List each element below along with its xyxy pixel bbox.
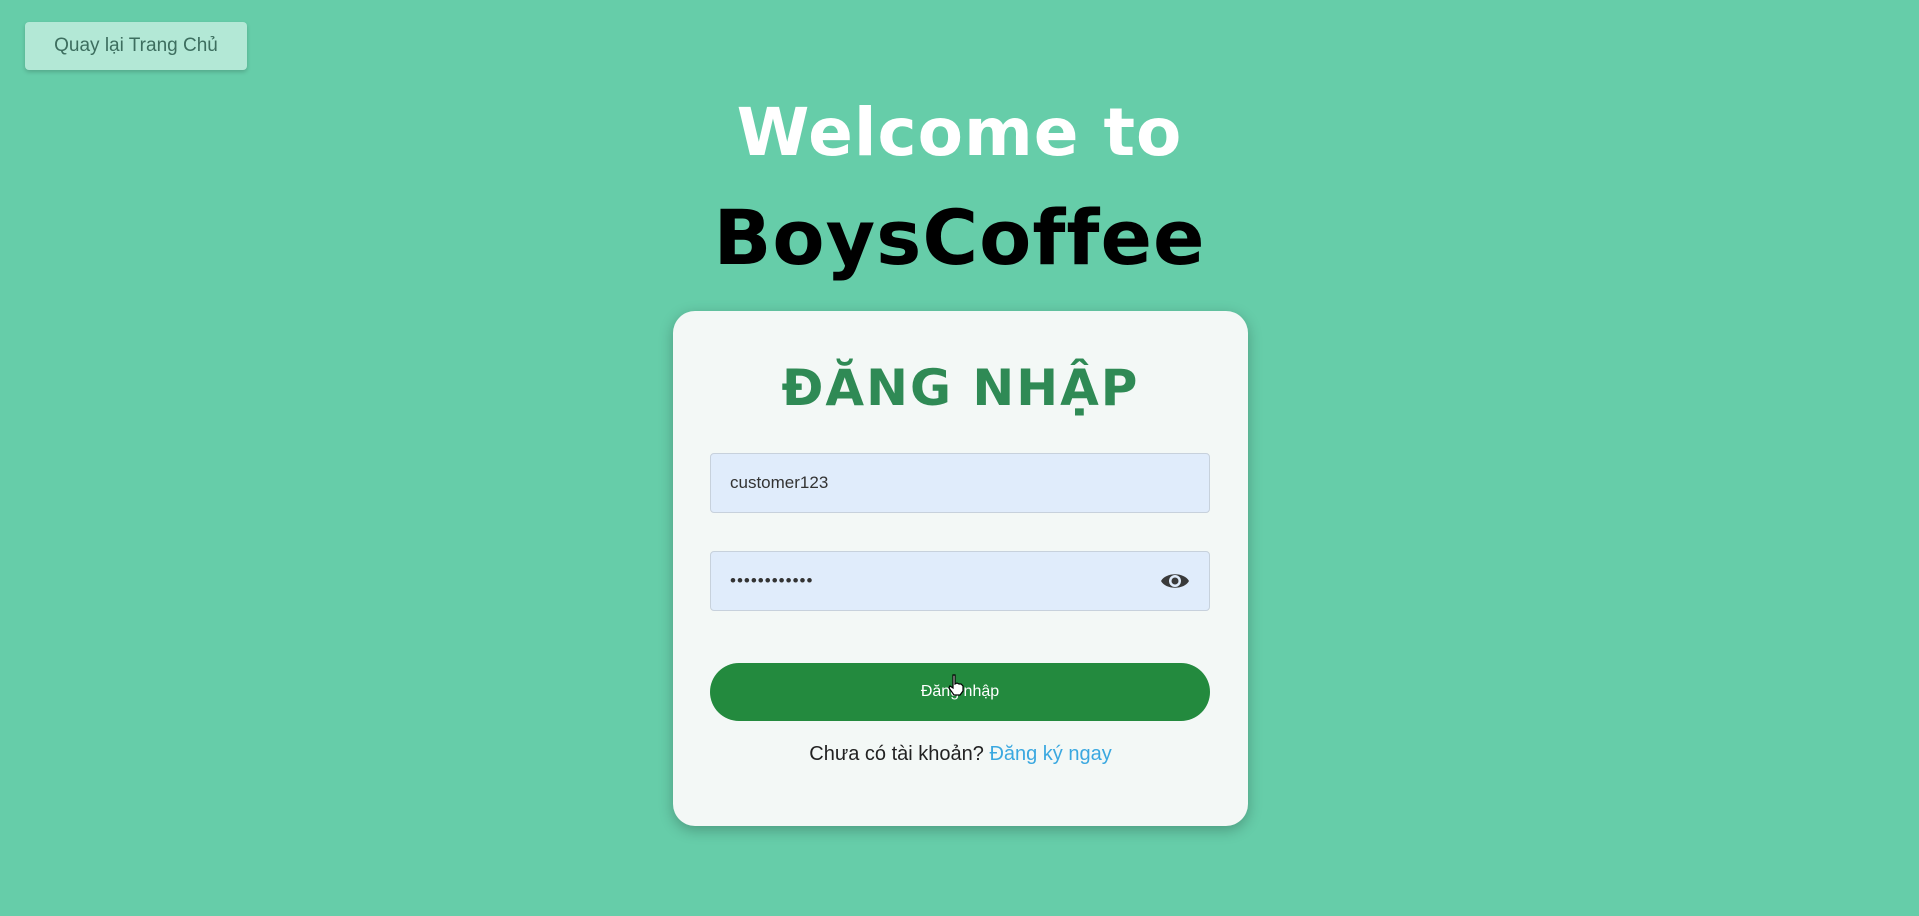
password-field[interactable]	[710, 551, 1210, 611]
hand-cursor-icon	[948, 674, 964, 696]
signup-prompt: Chưa có tài khoản?	[809, 743, 984, 765]
signup-row: Chưa có tài khoản? Đăng ký ngay	[673, 743, 1248, 766]
username-field[interactable]	[710, 453, 1210, 513]
login-card: ĐĂNG NHẬP Đăng nhập Chưa có tài khoản? Đ…	[673, 311, 1248, 826]
welcome-heading: Welcome to	[736, 94, 1183, 171]
signup-link[interactable]: Đăng ký ngay	[989, 743, 1111, 765]
login-title: ĐĂNG NHẬP	[781, 359, 1140, 417]
eye-icon[interactable]	[1160, 568, 1190, 594]
brand-title: BoysCoffee	[713, 193, 1206, 282]
back-to-home-button[interactable]: Quay lại Trang Chủ	[25, 22, 247, 70]
